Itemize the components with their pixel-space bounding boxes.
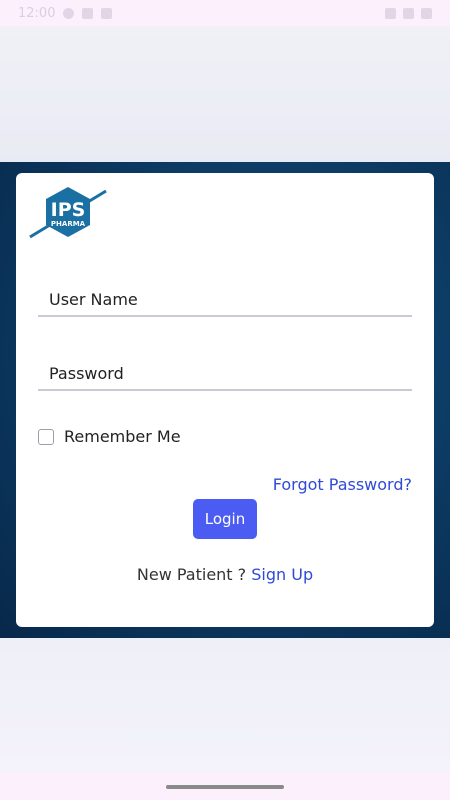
logo-subtitle: PHARMA [51,220,86,228]
background-top [0,26,450,162]
navigation-bar [0,772,450,800]
login-button[interactable]: Login [193,499,257,539]
password-field [38,345,412,391]
remember-me[interactable]: Remember Me [38,427,181,446]
status-time: 12:00 [18,5,56,21]
signal-icon [403,7,414,19]
sim-icon [82,7,94,19]
new-patient-text: New Patient ? [136,565,247,584]
status-bar: 12:00 [0,0,450,26]
battery-icon [421,7,432,19]
remember-me-checkbox[interactable] [38,428,54,445]
login-card: IPS PHARMA Remember Me Forgot Password? … [16,173,434,627]
signup-link[interactable]: Sign Up [251,565,313,584]
ips-pharma-logo: IPS PHARMA [29,187,107,239]
notification-icon [63,7,75,19]
home-handle[interactable] [166,785,284,789]
username-field [38,271,412,317]
remember-me-label: Remember Me [64,427,181,446]
logo-title: IPS [51,199,86,221]
wifi-icon [385,7,396,19]
username-input[interactable] [38,290,412,309]
password-input[interactable] [38,364,412,383]
signup-row: New Patient ? Sign Up [16,565,434,584]
forgot-password-link[interactable]: Forgot Password? [273,475,412,494]
app-notification-icon [101,7,113,19]
background-bottom [0,638,450,772]
